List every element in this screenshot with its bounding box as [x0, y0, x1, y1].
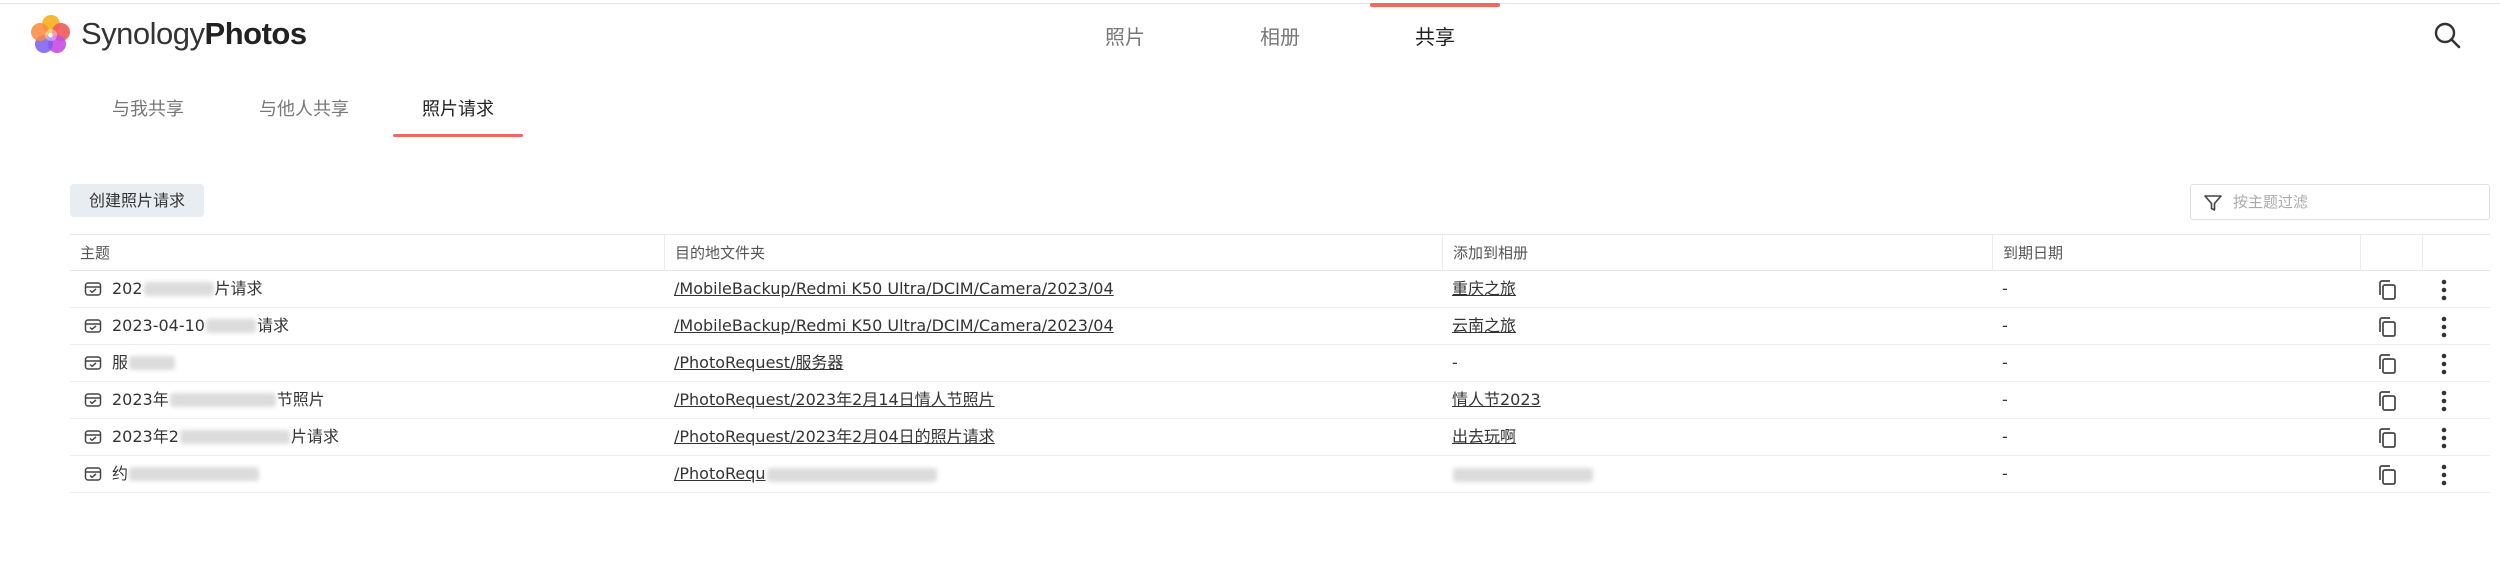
subject-cell: 2023-04-10 请求	[70, 308, 664, 344]
filter-icon	[2204, 195, 2222, 211]
table-header: 主题 目的地文件夹 添加到相册 到期日期	[70, 234, 2490, 271]
subject-cell: 202 片请求	[70, 271, 664, 307]
destination-folder-link[interactable]: /MobileBackup/Redmi K50 Ultra/DCIM/Camer…	[674, 279, 1114, 298]
subject-text-end: 片请求	[290, 427, 339, 446]
more-vertical-icon[interactable]	[2440, 352, 2448, 376]
destination-folder-cell: /MobileBackup/Redmi K50 Ultra/DCIM/Camer…	[664, 308, 1442, 344]
more-vertical-icon[interactable]	[2440, 463, 2448, 487]
subject-cell: 2023年2 片请求	[70, 419, 664, 455]
app-header: SynologyPhotos 照片 相册 共享	[0, 0, 2500, 70]
redacted-text	[766, 467, 937, 482]
album-cell: 出去玩啊	[1442, 419, 1992, 455]
expiry-cell: -	[2002, 316, 2008, 335]
more-vertical-icon[interactable]	[2440, 389, 2448, 413]
photo-request-icon	[84, 356, 102, 370]
subject-text-end: 节照片	[276, 390, 325, 409]
tab-albums[interactable]: 相册	[1260, 21, 1300, 50]
subject-text-start: 2023年	[112, 390, 169, 409]
destination-folder-cell: /MobileBackup/Redmi K50 Ultra/DCIM/Camer…	[664, 271, 1442, 307]
subject-cell: 2023年 节照片	[70, 382, 664, 418]
copy-link-icon[interactable]	[2377, 390, 2397, 412]
subject-filter[interactable]	[2190, 184, 2490, 220]
redacted-text	[169, 393, 276, 407]
redacted-text	[179, 430, 290, 444]
subject-cell: 服	[70, 345, 664, 381]
photo-request-icon	[84, 282, 102, 296]
destination-folder-cell: /PhotoRequest/2023年2月04日的照片请求	[664, 419, 1442, 455]
destination-folder-cell: /PhotoRequ	[664, 456, 1442, 492]
expiry-cell: -	[2002, 279, 2008, 298]
column-actions	[2422, 235, 2490, 271]
copy-link-icon[interactable]	[2377, 427, 2397, 449]
destination-folder-link[interactable]: /PhotoRequest/2023年2月14日情人节照片	[674, 390, 995, 409]
photo-request-icon	[84, 467, 102, 481]
create-photo-request-button[interactable]: 创建照片请求	[70, 184, 204, 217]
subtab-photo-requests[interactable]: 照片请求	[422, 95, 494, 121]
expiry-cell: -	[2002, 353, 2008, 372]
main-tab-indicator	[1370, 3, 1500, 7]
column-destination-folder[interactable]: 目的地文件夹	[664, 235, 1442, 271]
subject-text-start: 202	[112, 279, 143, 298]
photo-request-table: 主题 目的地文件夹 添加到相册 到期日期 202 片请求 /MobileBacku…	[70, 234, 2490, 493]
copy-link-icon[interactable]	[2377, 316, 2397, 338]
expiry-cell: -	[2002, 427, 2008, 446]
subject-text-start: 2023年2	[112, 427, 179, 446]
redacted-text	[143, 282, 214, 296]
destination-folder-cell: /PhotoRequest/2023年2月14日情人节照片	[664, 382, 1442, 418]
copy-link-icon[interactable]	[2377, 279, 2397, 301]
table-row[interactable]: 202 片请求 /MobileBackup/Redmi K50 Ultra/DCI…	[70, 271, 2490, 308]
tab-photos[interactable]: 照片	[1105, 21, 1145, 50]
search-icon[interactable]	[2432, 20, 2462, 50]
subject-text-start: 约	[112, 464, 129, 483]
destination-folder-link[interactable]: /MobileBackup/Redmi K50 Ultra/DCIM/Camer…	[674, 316, 1114, 335]
album-cell	[1442, 456, 1992, 492]
destination-folder-link[interactable]: /PhotoRequest/2023年2月04日的照片请求	[674, 427, 995, 446]
column-subject[interactable]: 主题	[70, 235, 664, 271]
album-link[interactable]: 重庆之旅	[1452, 279, 1516, 298]
column-copy	[2360, 235, 2422, 271]
column-expiry-date[interactable]: 到期日期	[1992, 235, 2360, 271]
copy-link-icon[interactable]	[2377, 464, 2397, 486]
photo-request-icon	[84, 393, 102, 407]
album-cell: -	[1452, 353, 1458, 372]
destination-folder-link[interactable]: /PhotoRequest/服务器	[674, 353, 843, 372]
subject-cell: 约	[70, 456, 664, 492]
album-link[interactable]: 出去玩啊	[1452, 427, 1516, 446]
table-row[interactable]: 约 /PhotoRequ -	[70, 456, 2490, 493]
photo-request-icon	[84, 319, 102, 333]
subject-text-start: 服	[112, 353, 129, 372]
more-vertical-icon[interactable]	[2440, 278, 2448, 302]
expiry-cell: -	[2002, 464, 2008, 483]
album-cell: 情人节2023	[1442, 382, 1992, 418]
table-row[interactable]: 2023年2 片请求 /PhotoRequest/2023年2月04日的照片请求 …	[70, 419, 2490, 456]
subject-text-start: 2023-04-10	[112, 316, 205, 335]
subtab-shared-with-me[interactable]: 与我共享	[112, 95, 184, 121]
album-cell: 云南之旅	[1442, 308, 1992, 344]
tab-sharing[interactable]: 共享	[1415, 21, 1455, 50]
subtab-indicator	[393, 134, 523, 137]
destination-folder-link[interactable]: /PhotoRequ	[674, 464, 766, 483]
subtab-shared-with-others[interactable]: 与他人共享	[259, 95, 349, 121]
main-tabs: 照片 相册 共享	[0, 0, 2500, 70]
column-add-to-album[interactable]: 添加到相册	[1442, 235, 1992, 271]
subject-text-end: 片请求	[214, 279, 263, 298]
expiry-cell: -	[2002, 390, 2008, 409]
redacted-text	[205, 319, 256, 333]
subject-filter-input[interactable]	[2233, 189, 2483, 215]
redacted-text	[1453, 467, 1593, 482]
album-link[interactable]: 情人节2023	[1452, 390, 1541, 409]
subject-text-end: 请求	[256, 316, 289, 335]
destination-folder-cell: /PhotoRequest/服务器	[664, 345, 1442, 381]
redacted-text	[129, 356, 176, 370]
album-cell: 重庆之旅	[1442, 271, 1992, 307]
copy-link-icon[interactable]	[2377, 353, 2397, 375]
table-row[interactable]: 2023年 节照片 /PhotoRequest/2023年2月14日情人节照片 情…	[70, 382, 2490, 419]
more-vertical-icon[interactable]	[2440, 426, 2448, 450]
album-link[interactable]: 云南之旅	[1452, 316, 1516, 335]
more-vertical-icon[interactable]	[2440, 315, 2448, 339]
table-row[interactable]: 2023-04-10 请求 /MobileBackup/Redmi K50 Ult…	[70, 308, 2490, 345]
table-row[interactable]: 服 /PhotoRequest/服务器 - -	[70, 345, 2490, 382]
redacted-text	[129, 467, 260, 481]
photo-request-icon	[84, 430, 102, 444]
